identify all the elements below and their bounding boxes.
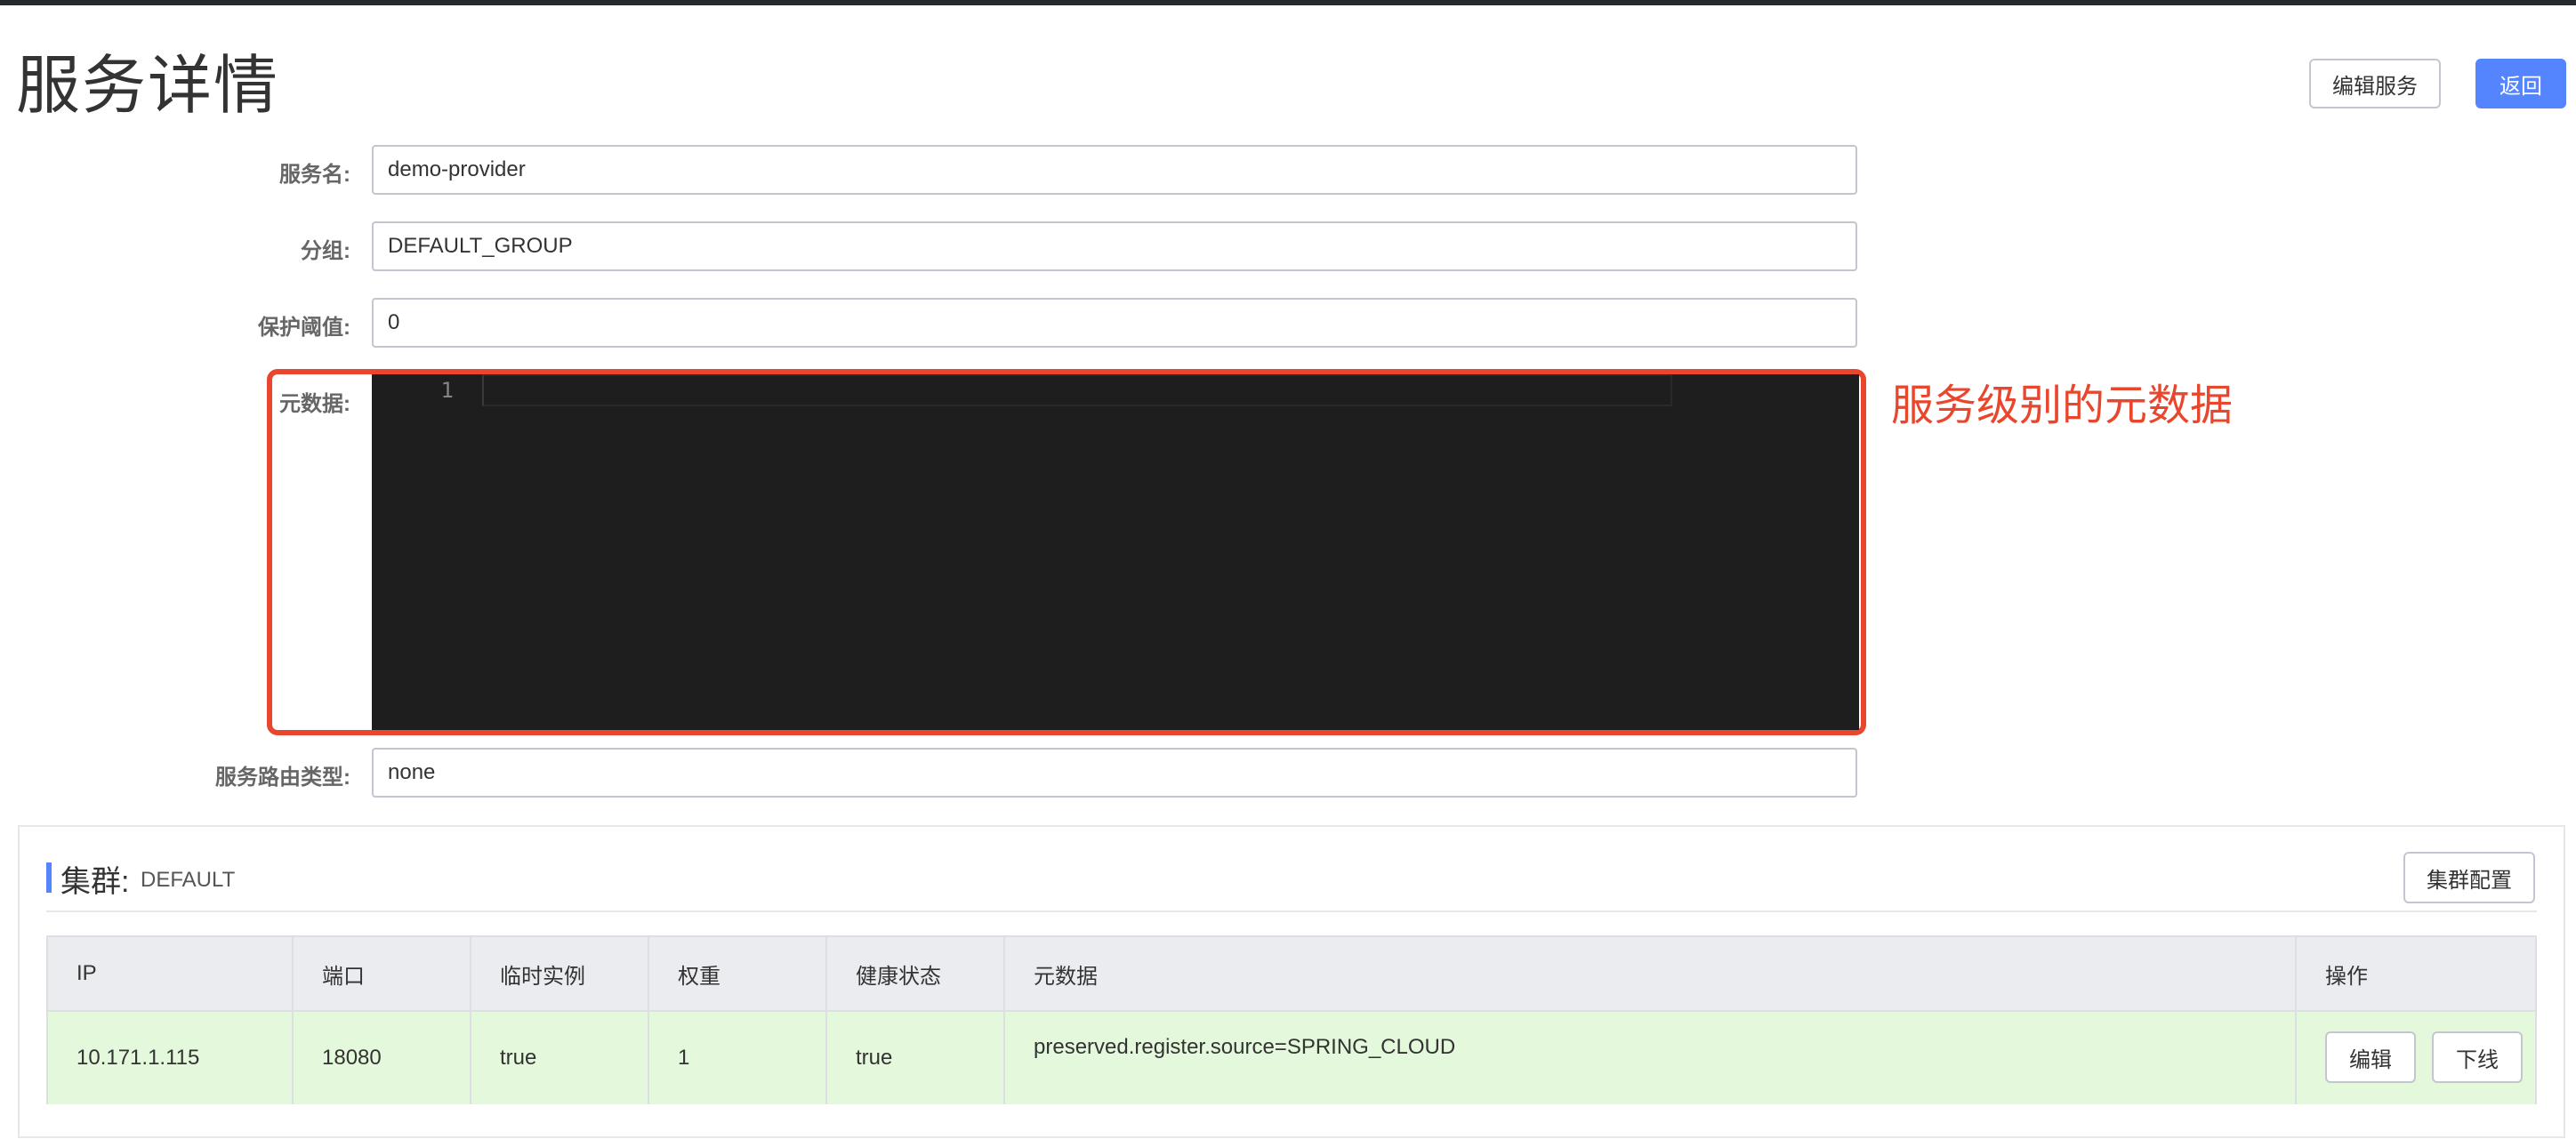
route-type-label: 服务路由类型: [215,766,350,790]
protect-threshold-field[interactable]: 0 [372,298,1857,348]
header-ephemeral: 临时实例 [471,937,649,1010]
cluster-accent-bar [46,862,52,893]
back-button[interactable]: 返回 [2475,59,2566,108]
editor-line-number: 1 [440,378,454,403]
cluster-config-button[interactable]: 集群配置 [2403,852,2535,903]
group-field[interactable]: DEFAULT_GROUP [372,221,1857,271]
cell-healthy: true [827,1012,1005,1104]
instance-offline-button[interactable]: 下线 [2432,1031,2523,1083]
top-bar [0,0,2576,5]
service-name-field[interactable]: demo-provider [372,145,1857,195]
header-ip: IP [48,937,294,1010]
group-label: 分组: [301,239,350,263]
instance-edit-button[interactable]: 编辑 [2325,1031,2416,1083]
cluster-title: 集群: [60,865,130,899]
header-healthy: 健康状态 [827,937,1005,1010]
service-name-label: 服务名: [279,163,350,187]
cell-weight: 1 [649,1012,827,1104]
cell-actions: 编辑 下线 [2297,1012,2535,1104]
cluster-name: DEFAULT [141,868,236,892]
protect-threshold-label: 保护阈值: [258,316,350,340]
header-weight: 权重 [649,937,827,1010]
cell-port: 18080 [294,1012,471,1104]
metadata-label: 元数据: [279,392,350,416]
table-header: IP 端口 临时实例 权重 健康状态 元数据 操作 [48,937,2535,1012]
header-port: 端口 [294,937,471,1010]
page-title: 服务详情 [16,51,280,122]
table-row: 10.171.1.115 18080 true 1 true preserved… [48,1012,2535,1104]
metadata-annotation: 服务级别的元数据 [1891,382,2234,429]
header-metadata: 元数据 [1005,937,2297,1010]
cluster-divider [46,910,2537,912]
route-type-field[interactable]: none [372,748,1857,798]
cell-metadata: preserved.register.source=SPRING_CLOUD [1005,1012,2297,1104]
metadata-code-editor[interactable]: 1 [372,374,1859,730]
header-actions: 操作 [2325,964,2368,989]
cell-ephemeral: true [471,1012,649,1104]
edit-service-button[interactable]: 编辑服务 [2309,59,2441,108]
cell-ip: 10.171.1.115 [48,1012,294,1104]
instance-table: IP 端口 临时实例 权重 健康状态 元数据 操作 10.171.1.115 1… [46,935,2537,1104]
editor-current-line[interactable] [482,374,1672,406]
